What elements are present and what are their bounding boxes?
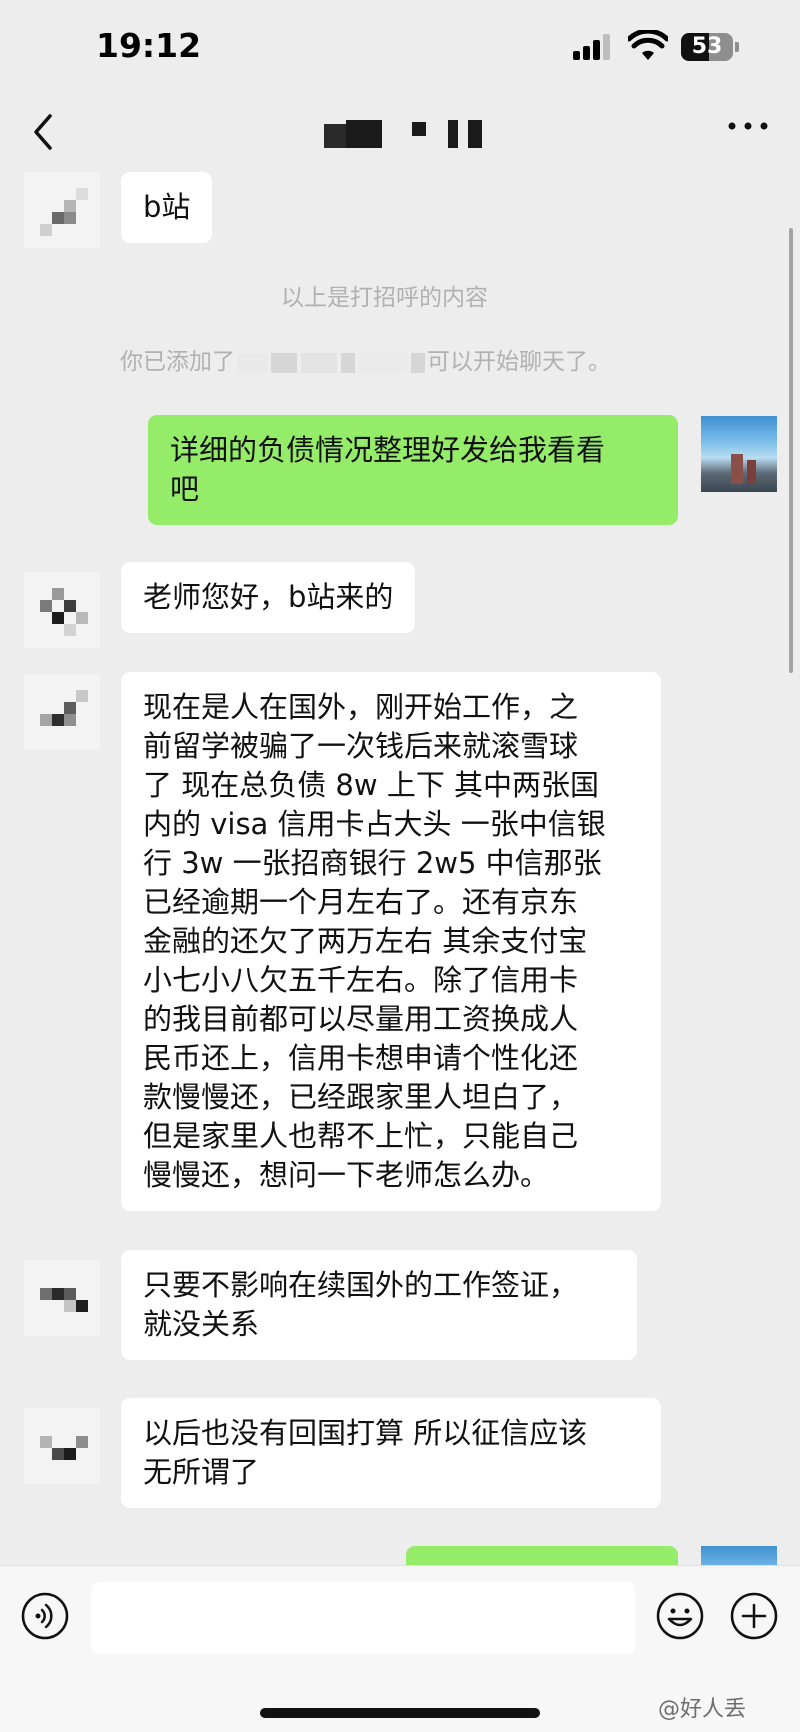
signal-icon [573, 34, 613, 60]
chevron-left-icon[interactable] [28, 110, 68, 154]
nav-bar [0, 96, 800, 172]
message-input[interactable] [91, 1582, 635, 1654]
message-bubble[interactable]: 只要不影响在续国外的工作签证， 就没关系 [121, 1250, 637, 1360]
contact-avatar[interactable] [24, 1260, 100, 1336]
watermark: @好人丢 [658, 1697, 747, 1722]
message-bubble[interactable]: 以后也没有回国打算 所以征信应该 无所谓了 [121, 1398, 661, 1508]
contact-avatar[interactable] [24, 572, 100, 648]
scrollbar[interactable] [789, 228, 793, 673]
system-message: 你已添加了 可以开始聊天了。 [120, 342, 611, 376]
battery-icon: 53 [681, 33, 739, 61]
plus-icon[interactable] [729, 1591, 779, 1641]
status-bar: 19:12 53 [0, 0, 800, 96]
more-icon[interactable] [726, 116, 770, 136]
message-bubble-self[interactable]: 详细的负债情况整理好发给我看看 吧 [148, 415, 678, 525]
contact-avatar[interactable] [24, 1408, 100, 1484]
input-bar: @好人丢 [0, 1565, 800, 1732]
system-prefix: 你已添加了 [120, 349, 235, 375]
contact-avatar[interactable] [24, 674, 100, 750]
wifi-icon [628, 30, 668, 60]
message-bubble[interactable]: b站 [121, 172, 213, 243]
contact-avatar[interactable] [24, 172, 100, 248]
message-bubble[interactable]: 老师您好，b站来的 [121, 562, 416, 633]
status-time: 19:12 [96, 26, 202, 65]
message-bubble[interactable]: 现在是人在国外，刚开始工作，之 前留学被骗了一次钱后来就滚雪球 了 现在总负债 … [121, 672, 661, 1211]
home-indicator[interactable] [260, 1708, 540, 1718]
voice-icon[interactable] [20, 1591, 70, 1641]
system-suffix: 可以开始聊天了。 [427, 349, 611, 375]
message-bubble-self[interactable] [406, 1546, 678, 1565]
system-message: 以上是打招呼的内容 [281, 285, 488, 311]
self-avatar[interactable] [701, 416, 777, 492]
chat-title-redacted [320, 116, 490, 150]
self-avatar[interactable] [701, 1546, 777, 1565]
chat-area[interactable]: b站 以上是打招呼的内容 你已添加了 可以开始聊天了。 详细的负债情况整理好发给我… [0, 172, 800, 1565]
battery-level: 53 [691, 34, 723, 59]
emoji-icon[interactable] [655, 1591, 705, 1641]
